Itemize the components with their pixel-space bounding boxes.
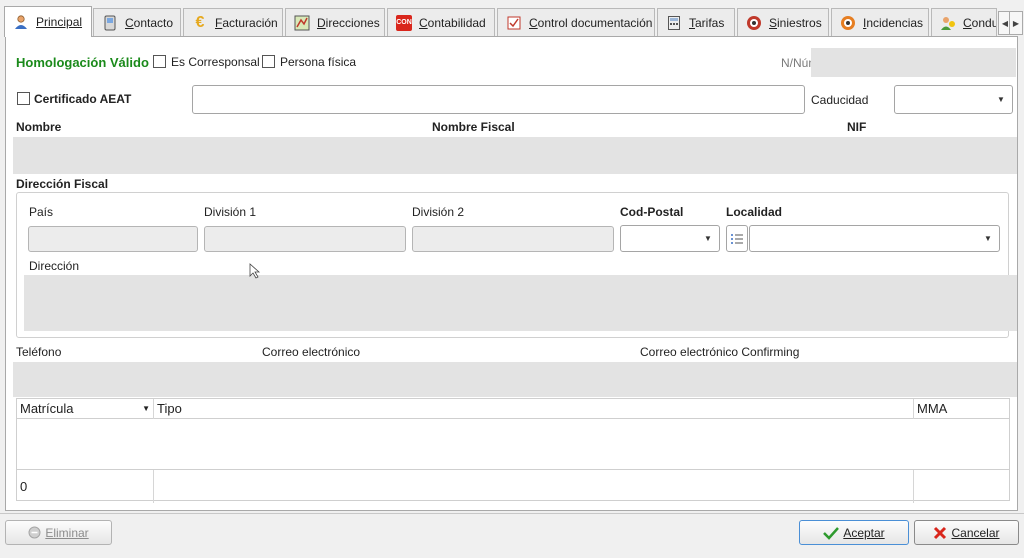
aceptar-button[interactable]: Aceptar [799,520,909,545]
grid-footer-tipo [154,470,914,503]
es-corresponsal-checkbox[interactable] [153,55,166,68]
grid-footer-count: 0 [17,470,154,503]
minus-circle-icon [28,526,41,539]
grid-footer: 0 [17,469,1011,503]
division1-label: División 1 [204,205,257,219]
correo-confirming-label: Correo electrónico Confirming [640,345,800,359]
euro-icon: € [195,13,205,31]
grid-header: Matrícula ▼ Tipo MMA [17,399,1009,419]
chevron-down-icon: ▼ [704,234,712,243]
accounting-icon: CON [396,14,412,31]
sort-down-icon: ▼ [142,404,150,413]
triangle-right-icon: ▶ [1012,18,1020,28]
division2-label: División 2 [412,205,465,219]
tab-control-documentacion[interactable]: Control documentación [497,8,655,36]
column-header-tipo[interactable]: Tipo [154,399,914,419]
tab-facturacion[interactable]: € Facturación [183,8,283,36]
tab-bar: Principal Contacto € Facturación Direcci… [0,0,1024,37]
tab-direcciones[interactable]: Direcciones [285,8,385,36]
localidad-label: Localidad [726,205,783,219]
eliminar-button[interactable]: Eliminar [5,520,112,545]
homologacion-status: Homologación Válido [16,55,149,70]
certificado-aeat-label: Certificado AEAT [34,92,132,106]
tab-contabilidad[interactable]: CON Contabilidad [387,8,495,36]
caducidad-date-select[interactable]: ▼ [894,85,1013,114]
contact-fields-row[interactable] [13,362,1017,397]
tab-contacto[interactable]: Contacto [93,8,181,36]
checklist-icon [506,15,522,31]
division2-input[interactable] [412,226,614,252]
pais-input[interactable] [28,226,198,252]
tab-incidencias[interactable]: Incidencias [831,8,929,36]
close-icon [933,526,947,540]
identity-fields-row[interactable] [13,137,1017,174]
column-header-mma[interactable]: MMA [914,399,1011,419]
column-header-matricula[interactable]: Matrícula ▼ [17,399,154,419]
phone-icon [102,15,118,31]
direccion-label: Dirección [29,259,80,273]
vehiculos-grid: Matrícula ▼ Tipo MMA 0 [16,398,1011,503]
telefono-label: Teléfono [16,345,62,359]
cancelar-button[interactable]: Cancelar [914,520,1019,545]
tab-conductores[interactable]: Condu [931,8,997,36]
nombre-fiscal-label: Nombre Fiscal [432,120,515,134]
footer-divider [0,513,1024,514]
map-icon [294,15,310,31]
nif-label: NIF [847,120,867,134]
tab-scroll-right-button[interactable]: ▶ [1009,11,1023,35]
list-icon [731,233,743,244]
division1-input[interactable] [204,226,406,252]
es-corresponsal-label: Es Corresponsal [171,55,260,69]
num-field[interactable] [811,48,1016,77]
chevron-down-icon: ▼ [997,95,1005,104]
direccion-input[interactable] [24,275,1017,331]
incident-icon [840,15,856,31]
localidad-list-button[interactable] [726,225,748,252]
certificado-aeat-checkbox[interactable] [17,92,30,105]
driver-icon [940,15,956,31]
direccion-fiscal-section-title: Dirección Fiscal [16,177,109,191]
cod-postal-select[interactable]: ▼ [620,225,720,252]
accident-icon [746,15,762,31]
cod-postal-label: Cod-Postal [620,205,684,219]
tab-tarifas[interactable]: Tarifas [657,8,735,36]
chevron-down-icon: ▼ [984,234,992,243]
grid-footer-mma [914,470,1011,503]
correo-label: Correo electrónico [262,345,361,359]
triangle-left-icon: ◀ [1001,18,1009,28]
tab-principal[interactable]: Principal [4,6,92,37]
certificado-aeat-input[interactable] [192,85,805,114]
tab-siniestros[interactable]: Siniestros [737,8,829,36]
person-icon [13,14,29,30]
localidad-select[interactable]: ▼ [749,225,1000,252]
persona-fisica-checkbox[interactable] [262,55,275,68]
persona-fisica-label: Persona física [280,55,357,69]
mouse-cursor-icon [249,263,261,279]
calculator-icon [666,15,682,31]
nombre-label: Nombre [16,120,62,134]
caducidad-label: Caducidad [811,93,869,107]
checkmark-icon [823,526,840,540]
pais-label: País [29,205,54,219]
